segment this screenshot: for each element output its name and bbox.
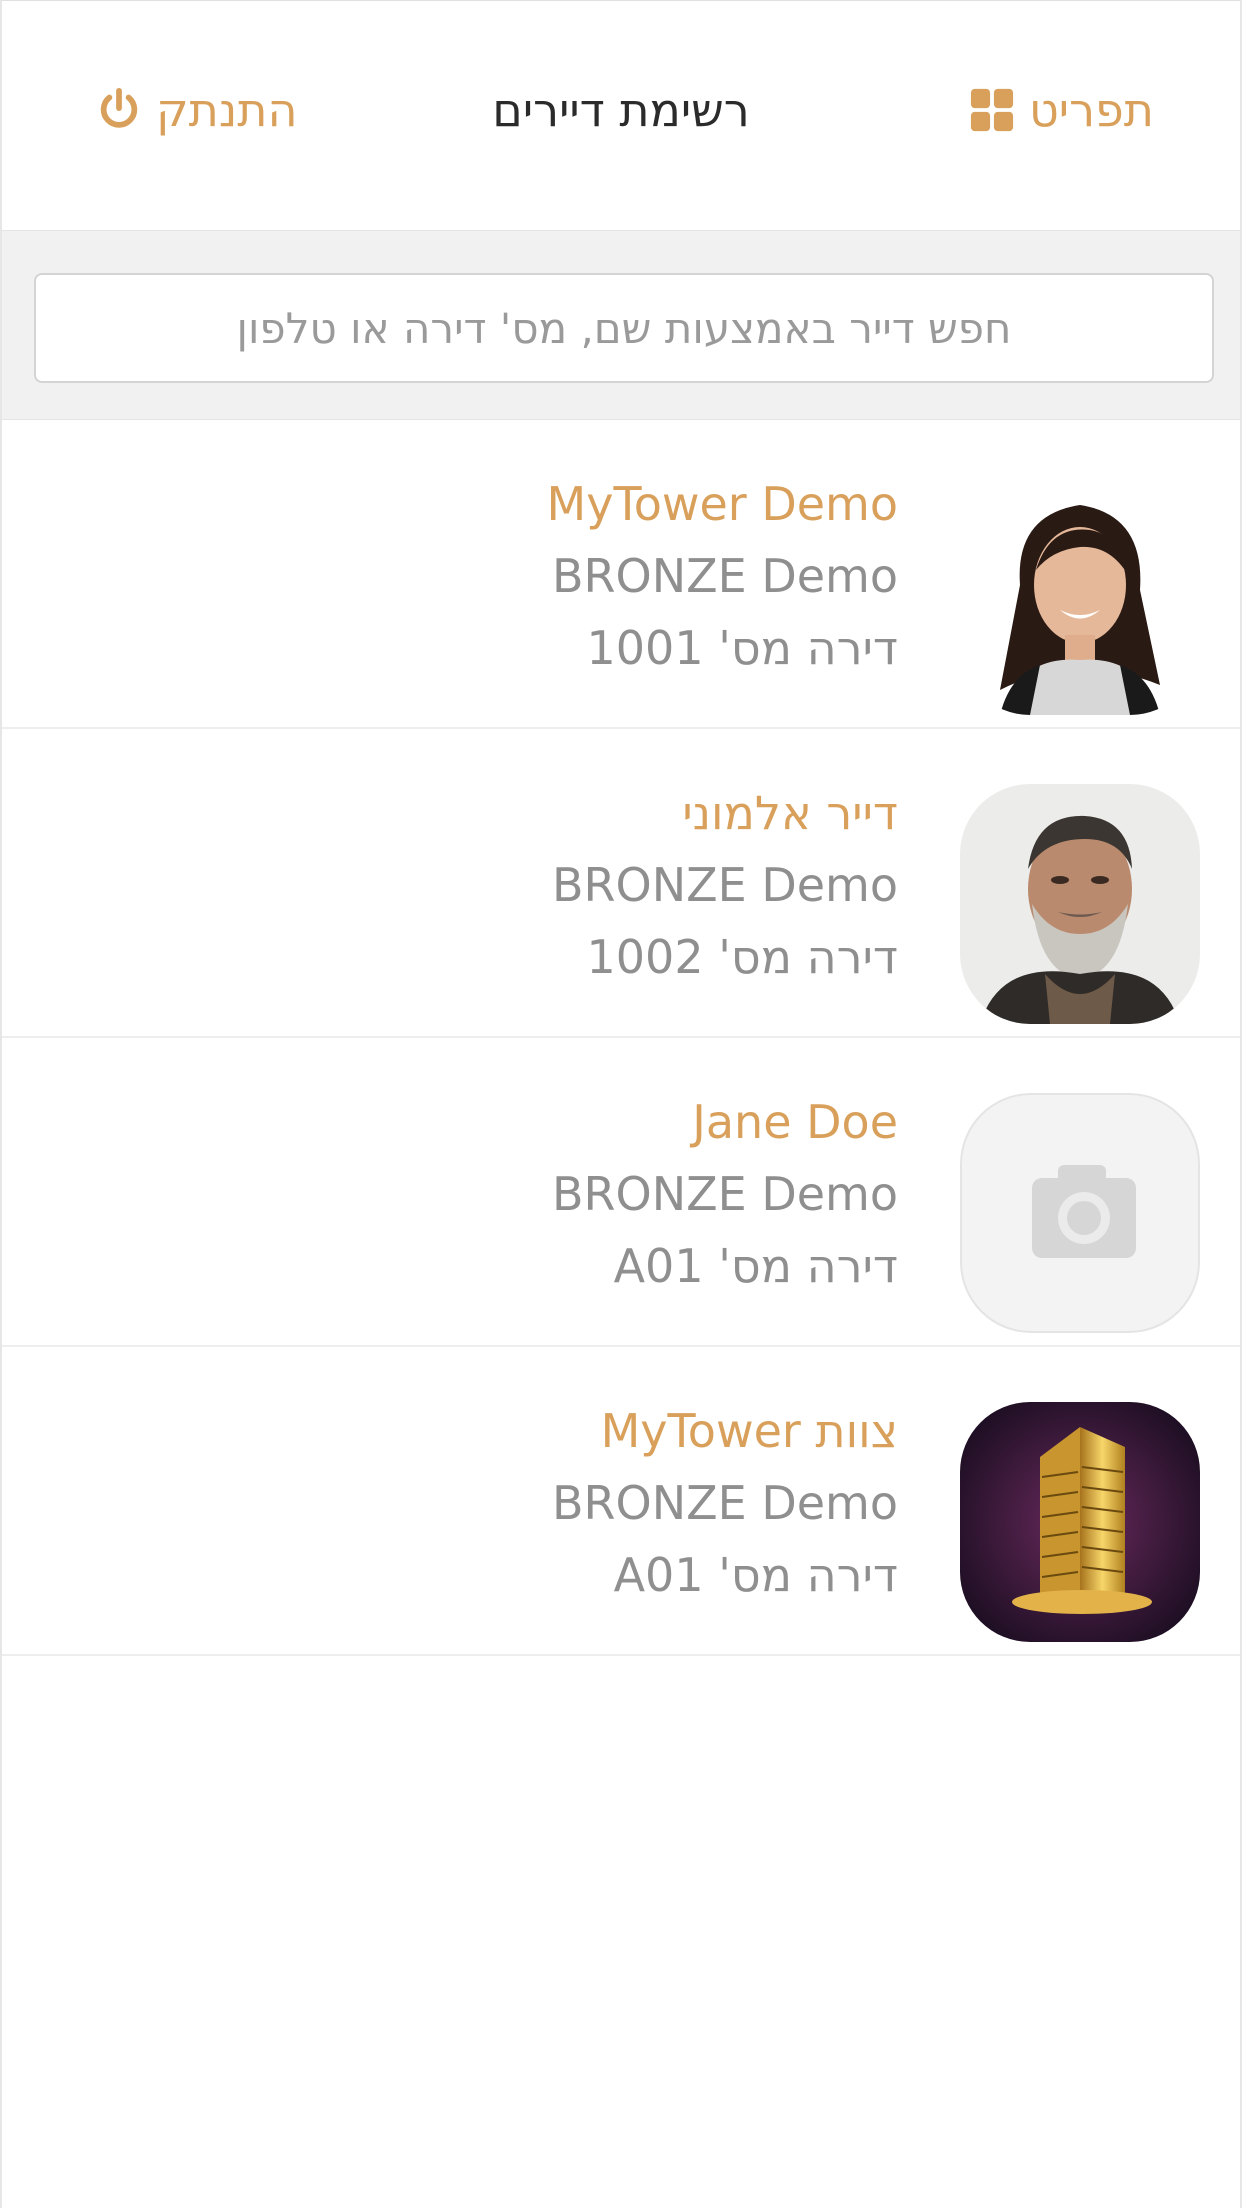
resident-info: צוות MyTower BRONZE Demo דירה מס' A01 [552, 1395, 898, 1611]
resident-name: MyTower Demo [546, 477, 898, 531]
app-screen: התנתק רשימת דיירים תפריט חפש דייר באמצעו… [0, 0, 1242, 2208]
resident-row[interactable]: דייר אלמוני BRONZE Demo דירה מס' 1002 [2, 729, 1240, 1038]
resident-row[interactable]: Jane Doe BRONZE Demo דירה מס' A01 [2, 1038, 1240, 1347]
search-bar [2, 230, 1240, 420]
resident-row[interactable]: MyTower Demo BRONZE Demo דירה מס' 1001 [2, 420, 1240, 729]
resident-name: Jane Doe [692, 1095, 898, 1149]
resident-avatar-woman [960, 475, 1200, 715]
top-bar: התנתק רשימת דיירים תפריט [2, 0, 1240, 231]
resident-info: MyTower Demo BRONZE Demo דירה מס' 1001 [547, 468, 898, 684]
resident-apartment: דירה מס' A01 [613, 1548, 898, 1602]
resident-plan: BRONZE Demo [551, 1476, 898, 1530]
menu-button[interactable]: תפריט [969, 83, 1154, 137]
resident-apartment: דירה מס' A01 [613, 1239, 898, 1293]
resident-info: דייר אלמוני BRONZE Demo דירה מס' 1002 [552, 777, 898, 993]
camera-placeholder-icon [960, 1093, 1200, 1333]
resident-plan: BRONZE Demo [551, 549, 898, 603]
menu-label: תפריט [1028, 83, 1154, 137]
search-input[interactable] [34, 273, 1214, 383]
resident-row[interactable]: צוות MyTower BRONZE Demo דירה מס' A01 [2, 1347, 1240, 1656]
grid-icon [969, 87, 1015, 133]
residents-list: MyTower Demo BRONZE Demo דירה מס' 1001 ד… [2, 420, 1240, 1656]
resident-plan: BRONZE Demo [551, 858, 898, 912]
resident-info: Jane Doe BRONZE Demo דירה מס' A01 [552, 1086, 898, 1302]
resident-name: דייר אלמוני [682, 786, 898, 840]
resident-apartment: דירה מס' 1002 [586, 930, 898, 984]
resident-name: צוות MyTower [600, 1404, 898, 1458]
resident-avatar-man [960, 784, 1200, 1024]
resident-plan: BRONZE Demo [551, 1167, 898, 1221]
resident-apartment: דירה מס' 1001 [586, 621, 898, 675]
tower-logo-icon [960, 1402, 1200, 1642]
